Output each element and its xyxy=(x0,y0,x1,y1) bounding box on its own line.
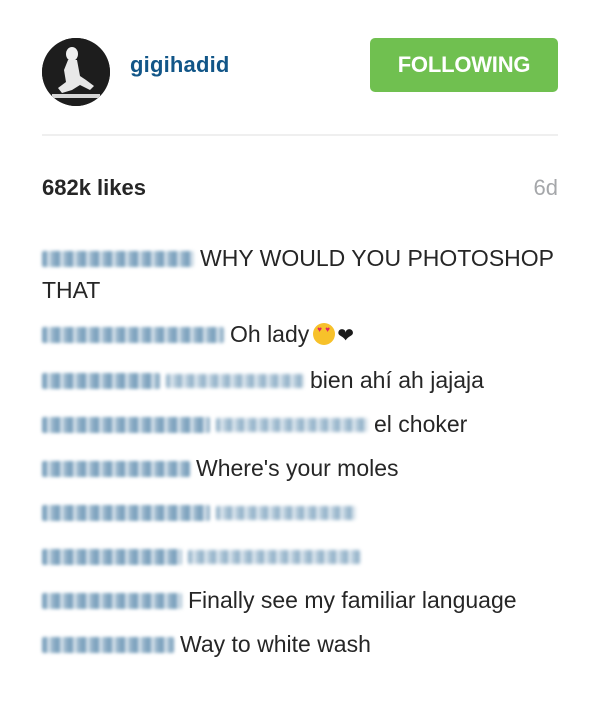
like-count[interactable]: 682k likes xyxy=(42,175,146,201)
divider xyxy=(42,134,558,136)
comment-text: Oh lady xyxy=(230,321,310,347)
comment-item: Way to white wash xyxy=(42,628,562,660)
blurred-mention[interactable] xyxy=(166,374,304,388)
blurred-username[interactable] xyxy=(42,251,194,267)
comment-text: bien ahí ah jajaja xyxy=(310,367,484,393)
avatar[interactable] xyxy=(42,38,110,106)
blurred-username[interactable] xyxy=(42,461,190,477)
comment-item xyxy=(42,496,562,528)
blurred-username[interactable] xyxy=(42,417,210,433)
blurred-username[interactable] xyxy=(42,593,182,609)
heart-eyes-emoji-icon xyxy=(313,323,336,345)
blurred-mention[interactable] xyxy=(188,550,360,564)
comment-item: el choker xyxy=(42,408,562,440)
blurred-username[interactable] xyxy=(42,327,224,343)
blurred-username[interactable] xyxy=(42,549,182,565)
comment-text: Where's your moles xyxy=(196,455,399,481)
comment-text: Way to white wash xyxy=(180,631,371,657)
profile-photo-icon xyxy=(42,38,110,106)
post-header: gigihadid FOLLOWING xyxy=(0,0,600,135)
comment-item xyxy=(42,540,562,572)
blurred-mention[interactable] xyxy=(216,506,356,520)
comment-text: Finally see my familiar language xyxy=(188,587,517,613)
blurred-username[interactable] xyxy=(42,637,174,653)
comment-list: WHY WOULD YOU PHOTOSHOP THAT Oh lady ❤ bi… xyxy=(42,242,562,672)
comment-text: el choker xyxy=(374,411,468,437)
comment-item: bien ahí ah jajaja xyxy=(42,364,562,396)
comment-item: Finally see my familiar language xyxy=(42,584,562,616)
comment-item: Where's your moles xyxy=(42,452,562,484)
black-heart-emoji-icon: ❤ xyxy=(337,325,355,347)
blurred-mention[interactable] xyxy=(216,418,368,432)
blurred-username[interactable] xyxy=(42,505,210,521)
username-link[interactable]: gigihadid xyxy=(130,52,230,78)
comment-item: Oh lady ❤ xyxy=(42,318,562,352)
blurred-username[interactable] xyxy=(42,373,160,389)
comment-item: WHY WOULD YOU PHOTOSHOP THAT xyxy=(42,242,562,306)
post-timestamp[interactable]: 6d xyxy=(534,175,558,201)
following-button[interactable]: FOLLOWING xyxy=(370,38,558,92)
